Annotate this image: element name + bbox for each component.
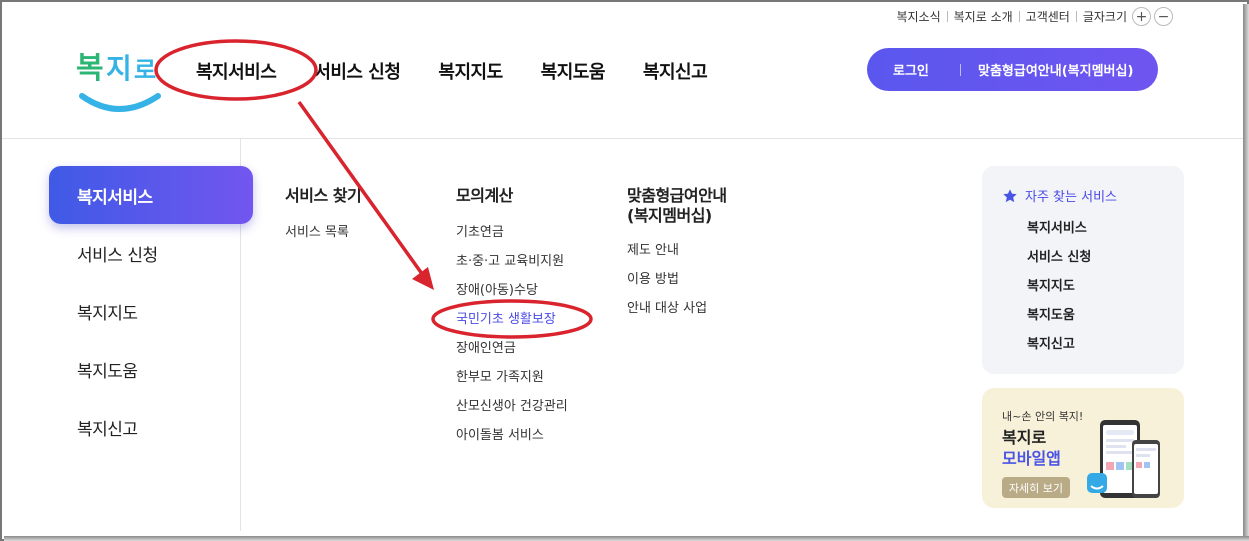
favorite-services-box: 자주 찾는 서비스 복지서비스 서비스 신청 복지지도 복지도움 복지신고: [982, 166, 1184, 374]
left-menu: 복지서비스 서비스 신청 복지지도 복지도움 복지신고: [49, 166, 253, 456]
submenu-title-line: (복지멤버십): [627, 206, 712, 225]
left-menu-welfare-report[interactable]: 복지신고: [49, 398, 253, 456]
utility-bar: 복지소식 복지로 소개 고객센터 글자크기 + −: [890, 7, 1173, 26]
favorite-link[interactable]: 복지도움: [1002, 304, 1184, 333]
app-banner-subtitle: 내~손 안의 복지!: [1002, 410, 1084, 423]
submenu-title[interactable]: 맞춤형급여안내 (복지멤버십): [627, 186, 727, 226]
left-menu-welfare-service[interactable]: 복지서비스: [49, 166, 253, 224]
zoom-out-button[interactable]: −: [1154, 7, 1173, 26]
submenu-service-search: 서비스 찾기 서비스 목록: [285, 186, 362, 253]
site-logo[interactable]: 복 지 로: [74, 40, 164, 122]
submenu-title[interactable]: 모의계산: [456, 186, 568, 206]
submenu-link[interactable]: 한부모 가족지원: [456, 369, 568, 398]
login-button[interactable]: 로그인: [867, 60, 960, 79]
svg-text:복: 복: [76, 51, 104, 86]
favorites-header: 자주 찾는 서비스: [1002, 186, 1184, 205]
submenu-link[interactable]: 초·중·고 교육비지원: [456, 253, 568, 282]
favorite-link[interactable]: 복지지도: [1002, 275, 1184, 304]
font-size-label: 글자크기: [1082, 10, 1127, 24]
phones-illustration: [1087, 420, 1160, 498]
svg-text:지: 지: [106, 52, 132, 85]
submenu-link[interactable]: 산모신생아 건강관리: [456, 398, 568, 427]
favorite-link[interactable]: 복지신고: [1002, 333, 1184, 362]
favorite-link[interactable]: 서비스 신청: [1002, 246, 1184, 275]
star-icon: [1003, 188, 1017, 202]
util-support-link[interactable]: 고객센터: [1020, 8, 1076, 25]
favorite-link[interactable]: 복지서비스: [1002, 217, 1184, 246]
util-news-link[interactable]: 복지소식: [890, 8, 946, 25]
submenu-title-line: 맞춤형급여안내: [627, 186, 727, 205]
app-details-button[interactable]: 자세히 보기: [1002, 477, 1070, 498]
submenu-link[interactable]: 기초연금: [456, 224, 568, 253]
submenu-link[interactable]: 아이돌봄 서비스: [456, 427, 568, 456]
favorites-title: 자주 찾는 서비스: [1025, 190, 1117, 205]
submenu-link-basic-livelihood[interactable]: 국민기초 생활보장: [456, 311, 568, 340]
frame-shadow-right: [1243, 4, 1249, 541]
submenu-title[interactable]: 서비스 찾기: [285, 186, 362, 206]
left-menu-welfare-map[interactable]: 복지지도: [49, 282, 253, 340]
svg-text:로: 로: [134, 56, 156, 84]
login-bar: 로그인 맞춤형급여안내(복지멤버십): [867, 48, 1158, 91]
submenu-link[interactable]: 장애인연금: [456, 340, 568, 369]
util-about-link[interactable]: 복지로 소개: [948, 8, 1019, 25]
submenu-link[interactable]: 이용 방법: [627, 271, 727, 300]
gnb-welfare-service[interactable]: 복지서비스: [196, 58, 277, 84]
submenu-link[interactable]: 장애(아동)수당: [456, 282, 568, 311]
submenu-simulation: 모의계산 기초연금 초·중·고 교육비지원 장애(아동)수당 국민기초 생활보장…: [456, 186, 568, 456]
gnb-service-apply[interactable]: 서비스 신청: [314, 58, 401, 84]
frame-shadow-bottom: [4, 536, 1249, 541]
main-navigation: 복지서비스 서비스 신청 복지지도 복지도움 복지신고: [196, 58, 745, 84]
left-menu-welfare-help[interactable]: 복지도움: [49, 340, 253, 398]
submenu-link[interactable]: 서비스 목록: [285, 224, 361, 253]
submenu-membership: 맞춤형급여안내 (복지멤버십) 제도 안내 이용 방법 안내 대상 사업: [627, 186, 727, 329]
mobile-app-banner[interactable]: 내~손 안의 복지! 복지로 모바일앱 자세히 보기: [982, 388, 1184, 508]
zoom-in-button[interactable]: +: [1132, 7, 1151, 26]
app-banner-title-accent: 모바일앱: [1002, 449, 1061, 468]
gnb-welfare-report[interactable]: 복지신고: [643, 58, 708, 84]
left-menu-service-apply[interactable]: 서비스 신청: [49, 224, 253, 282]
submenu-link[interactable]: 제도 안내: [627, 242, 727, 271]
gnb-welfare-help[interactable]: 복지도움: [541, 58, 606, 84]
logo-icon: 복 지 로: [76, 51, 161, 112]
membership-button[interactable]: 맞춤형급여안내(복지멤버십): [961, 60, 1133, 79]
gnb-welfare-map[interactable]: 복지지도: [438, 58, 503, 84]
submenu-link[interactable]: 안내 대상 사업: [627, 300, 727, 329]
header-divider: [2, 138, 1243, 139]
